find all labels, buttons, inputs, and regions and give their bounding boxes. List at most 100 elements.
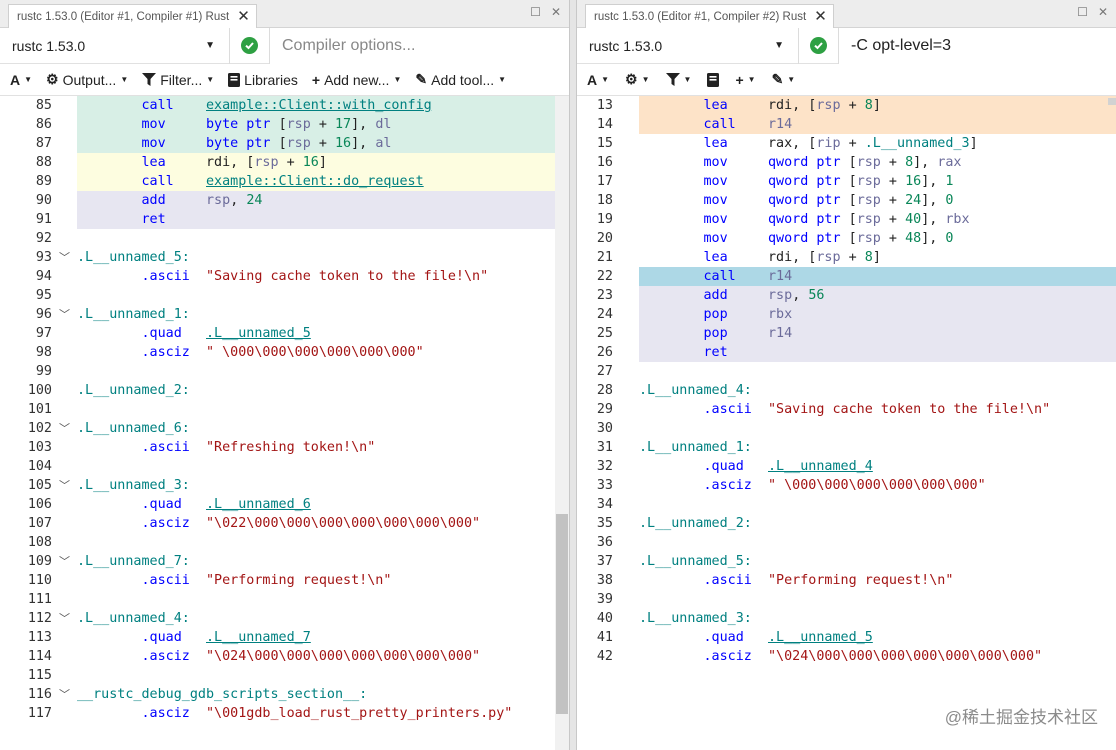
code-line[interactable]: 28 .L__unnamed_4: [577,381,1116,400]
code-line[interactable]: 26 ret [577,343,1116,362]
code-token[interactable]: .L__unnamed_5 [768,630,873,645]
code-line[interactable]: 89 call example::Client::do_request [0,172,555,191]
code-line[interactable]: 111 [0,590,555,609]
code-line[interactable]: 19 mov qword ptr [rsp + 40], rbx [577,210,1116,229]
code-line[interactable]: 108 [0,533,555,552]
fold-chevron-icon[interactable]: ﹀ [52,552,77,571]
code-line[interactable]: 30 [577,419,1116,438]
fold-chevron-icon[interactable]: ﹀ [52,685,77,704]
code-line[interactable]: 117 .asciz "\001gdb_load_rust_pretty_pri… [0,704,555,723]
libraries-button[interactable] [707,72,720,87]
code-line[interactable]: 27 [577,362,1116,381]
right-assembly-output[interactable]: 13 lea rdi, [rsp + 8] 14 call r14 15 lea r… [577,96,1116,750]
code-line[interactable]: 106 .quad .L__unnamed_6 [0,495,555,514]
right-scrollbar-thumb[interactable] [1108,98,1116,105]
code-line[interactable]: 110 .ascii "Performing request!\n" [0,571,555,590]
font-menu-button[interactable]: A ▼ [587,72,609,88]
code-line[interactable]: 22 call r14 [577,267,1116,286]
left-compiler-options-input[interactable] [270,27,569,64]
code-token[interactable]: .L__unnamed_7 [206,630,311,645]
libraries-button[interactable]: Libraries [228,72,298,88]
close-icon[interactable]: ✕ [1098,5,1108,19]
code-token[interactable]: .L__unnamed_5 [206,326,311,341]
left-scrollbar-thumb[interactable] [556,514,568,714]
fold-chevron-icon[interactable]: ﹀ [52,476,77,495]
maximize-icon[interactable]: ☐ [530,5,541,19]
code-token[interactable]: example::Client::do_request [206,174,424,189]
code-line[interactable]: 94 .ascii "Saving cache token to the fil… [0,267,555,286]
right-scrollbar[interactable] [1106,96,1116,746]
output-menu-button[interactable]: ⚙ ▼ [625,71,649,88]
maximize-icon[interactable]: ☐ [1077,5,1088,19]
code-line[interactable]: 41 .quad .L__unnamed_5 [577,628,1116,647]
code-token[interactable]: example::Client::with_config [206,98,432,113]
code-line[interactable]: 85 call example::Client::with_config [0,96,555,115]
fold-chevron-icon[interactable]: ﹀ [52,305,77,324]
code-line[interactable]: 31 .L__unnamed_1: [577,438,1116,457]
code-line[interactable]: 113 .quad .L__unnamed_7 [0,628,555,647]
code-line[interactable]: 104 [0,457,555,476]
code-line[interactable]: 88 lea rdi, [rsp + 16] [0,153,555,172]
close-icon[interactable]: ✕ [814,9,827,24]
code-line[interactable]: 15 lea rax, [rip + .L__unnamed_3] [577,134,1116,153]
right-compiler-select[interactable]: rustc 1.53.0 ▼ [577,27,799,64]
fold-chevron-icon[interactable]: ﹀ [52,419,77,438]
code-line[interactable]: 29 .ascii "Saving cache token to the fil… [577,400,1116,419]
code-token[interactable]: .L__unnamed_4 [768,459,873,474]
output-menu-button[interactable]: ⚙ Output... ▼ [46,71,128,88]
code-line[interactable]: 18 mov qword ptr [rsp + 24], 0 [577,191,1116,210]
code-line[interactable]: 86 mov byte ptr [rsp + 17], dl [0,115,555,134]
code-line[interactable]: 13 lea rdi, [rsp + 8] [577,96,1116,115]
right-pane-tab[interactable]: rustc 1.53.0 (Editor #1, Compiler #2) Ru… [585,4,834,28]
close-icon[interactable]: ✕ [237,9,250,24]
code-line[interactable]: 90 add rsp, 24 [0,191,555,210]
filter-menu-button[interactable]: ▼ [665,73,691,86]
code-token[interactable]: .L__unnamed_6 [206,497,311,512]
code-line[interactable]: 100 .L__unnamed_2: [0,381,555,400]
code-line[interactable]: 33 .asciz " \000\000\000\000\000\000" [577,476,1116,495]
left-compiler-select[interactable]: rustc 1.53.0 ▼ [0,27,230,64]
fold-chevron-icon[interactable]: ﹀ [52,248,77,267]
code-line[interactable]: 109 ﹀ .L__unnamed_7: [0,552,555,571]
code-line[interactable]: 93 ﹀ .L__unnamed_5: [0,248,555,267]
code-line[interactable]: 102 ﹀ .L__unnamed_6: [0,419,555,438]
code-line[interactable]: 25 pop r14 [577,324,1116,343]
add-tool-button[interactable]: ✎ Add tool... ▼ [415,71,506,88]
add-new-button[interactable]: + Add new... ▼ [312,72,402,88]
filter-menu-button[interactable]: Filter... ▼ [142,72,214,88]
code-line[interactable]: 37 .L__unnamed_5: [577,552,1116,571]
close-icon[interactable]: ✕ [551,5,561,19]
code-line[interactable]: 24 pop rbx [577,305,1116,324]
code-line[interactable]: 23 add rsp, 56 [577,286,1116,305]
code-line[interactable]: 98 .asciz " \000\000\000\000\000\000" [0,343,555,362]
code-line[interactable]: 95 [0,286,555,305]
code-line[interactable]: 91 ret [0,210,555,229]
code-line[interactable]: 40 .L__unnamed_3: [577,609,1116,628]
code-line[interactable]: 112 ﹀ .L__unnamed_4: [0,609,555,628]
font-menu-button[interactable]: A ▼ [10,72,32,88]
add-tool-button[interactable]: ✎ ▼ [772,71,796,88]
code-line[interactable]: 87 mov byte ptr [rsp + 16], al [0,134,555,153]
code-line[interactable]: 20 mov qword ptr [rsp + 48], 0 [577,229,1116,248]
code-line[interactable]: 17 mov qword ptr [rsp + 16], 1 [577,172,1116,191]
code-line[interactable]: 101 [0,400,555,419]
right-compiler-options-input[interactable] [839,27,1116,64]
code-line[interactable]: 103 .ascii "Refreshing token!\n" [0,438,555,457]
code-line[interactable]: 107 .asciz "\022\000\000\000\000\000\000… [0,514,555,533]
code-line[interactable]: 16 mov qword ptr [rsp + 8], rax [577,153,1116,172]
code-line[interactable]: 42 .asciz "\024\000\000\000\000\000\000\… [577,647,1116,666]
code-line[interactable]: 34 [577,495,1116,514]
left-pane-tab[interactable]: rustc 1.53.0 (Editor #1, Compiler #1) Ru… [8,4,257,28]
code-line[interactable]: 96 ﹀ .L__unnamed_1: [0,305,555,324]
code-line[interactable]: 35 .L__unnamed_2: [577,514,1116,533]
code-line[interactable]: 38 .ascii "Performing request!\n" [577,571,1116,590]
code-line[interactable]: 32 .quad .L__unnamed_4 [577,457,1116,476]
code-line[interactable]: 14 call r14 [577,115,1116,134]
code-line[interactable]: 97 .quad .L__unnamed_5 [0,324,555,343]
code-line[interactable]: 116 ﹀ __rustc_debug_gdb_scripts_section__: [0,685,555,704]
code-line[interactable]: 92 [0,229,555,248]
add-new-button[interactable]: + ▼ [735,72,755,88]
left-assembly-output[interactable]: 85 call example::Client::with_config 86 m… [0,96,555,750]
code-line[interactable]: 115 [0,666,555,685]
left-scrollbar[interactable] [555,96,569,750]
